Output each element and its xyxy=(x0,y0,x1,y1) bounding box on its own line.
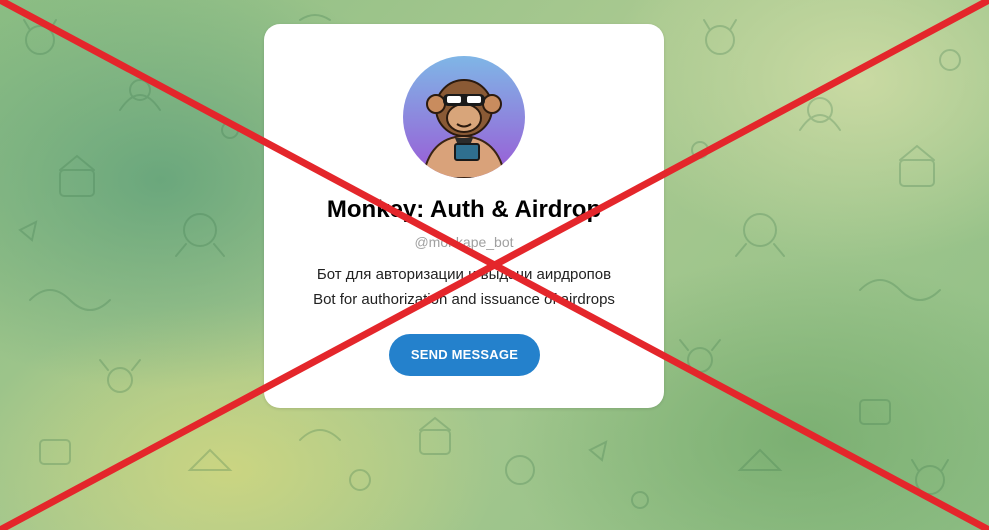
bot-description-en: Bot for authorization and issuance of ai… xyxy=(313,291,615,308)
bot-description: Бот для авторизации и выдачи аирдропов B… xyxy=(264,262,664,312)
bot-description-ru: Бот для авторизации и выдачи аирдропов xyxy=(316,266,612,283)
bot-name-title: Monkey: Auth & Airdrop xyxy=(326,196,602,223)
bot-username: @monkape_bot xyxy=(414,234,514,250)
monkey-avatar-icon xyxy=(403,56,525,178)
send-message-button[interactable]: SEND MESSAGE xyxy=(389,334,540,376)
bot-profile-card: Monkey: Auth & Airdrop @monkape_bot Бот … xyxy=(264,24,664,408)
